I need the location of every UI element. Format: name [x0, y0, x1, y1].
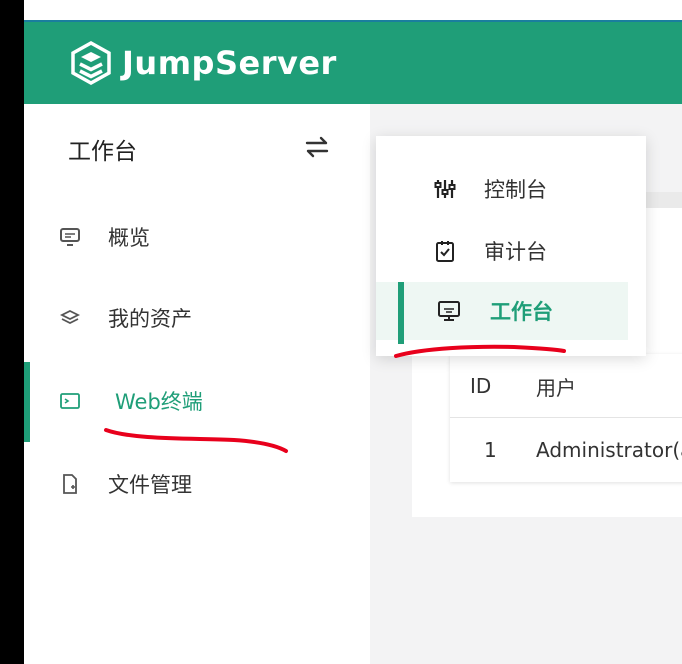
table-header-id: ID — [470, 374, 492, 398]
top-header: JumpServer — [24, 22, 682, 104]
swap-arrows-icon[interactable] — [304, 134, 330, 160]
monitor-icon — [58, 225, 82, 249]
menu-item-console[interactable]: 控制台 — [376, 160, 646, 218]
menu-item-audit[interactable]: 审计台 — [376, 222, 646, 280]
clipboard-check-icon — [432, 238, 458, 264]
sidebar-item-label: 文件管理 — [108, 473, 192, 497]
browser-top-strip — [24, 0, 682, 22]
sidebar: 工作台 概览 我的资产 Web终端 文件管理 — [24, 104, 370, 664]
sidebar-item-label: 我的资产 — [108, 307, 192, 331]
table-header-user: 用户 — [536, 375, 576, 400]
table-cell-user: Administrator(a — [536, 438, 682, 462]
menu-item-label: 审计台 — [484, 240, 547, 264]
brand-name: JumpServer — [122, 44, 337, 82]
sidebar-item-label: Web终端 — [115, 390, 203, 414]
menu-item-label: 控制台 — [484, 178, 547, 202]
sidebar-item-web-terminal[interactable]: Web终端 — [24, 362, 370, 442]
sidebar-item-label: 概览 — [108, 226, 150, 250]
sidebar-item-my-assets[interactable]: 我的资产 — [24, 293, 370, 343]
sidebar-item-file-manager[interactable]: 文件管理 — [24, 459, 370, 509]
sidebar-title: 工作台 — [68, 139, 137, 165]
sliders-icon — [432, 176, 458, 202]
app-window: JumpServer 工作台 概览 我的资产 Web终端 文件管理 ID 用户 … — [24, 0, 682, 664]
menu-item-workbench[interactable]: 工作台 — [376, 282, 628, 344]
sidebar-item-overview[interactable]: 概览 — [24, 212, 370, 262]
table-cell-id: 1 — [484, 438, 497, 462]
layers-icon — [58, 306, 82, 330]
terminal-icon — [58, 389, 82, 413]
desktop-icon — [436, 298, 462, 324]
session-table: ID 用户 1 Administrator(a — [450, 354, 682, 482]
view-switcher-menu: 控制台 审计台 工作台 — [376, 136, 646, 356]
file-icon — [58, 472, 82, 496]
menu-item-label: 工作台 — [490, 300, 553, 324]
layers-logo-icon[interactable] — [68, 40, 114, 86]
